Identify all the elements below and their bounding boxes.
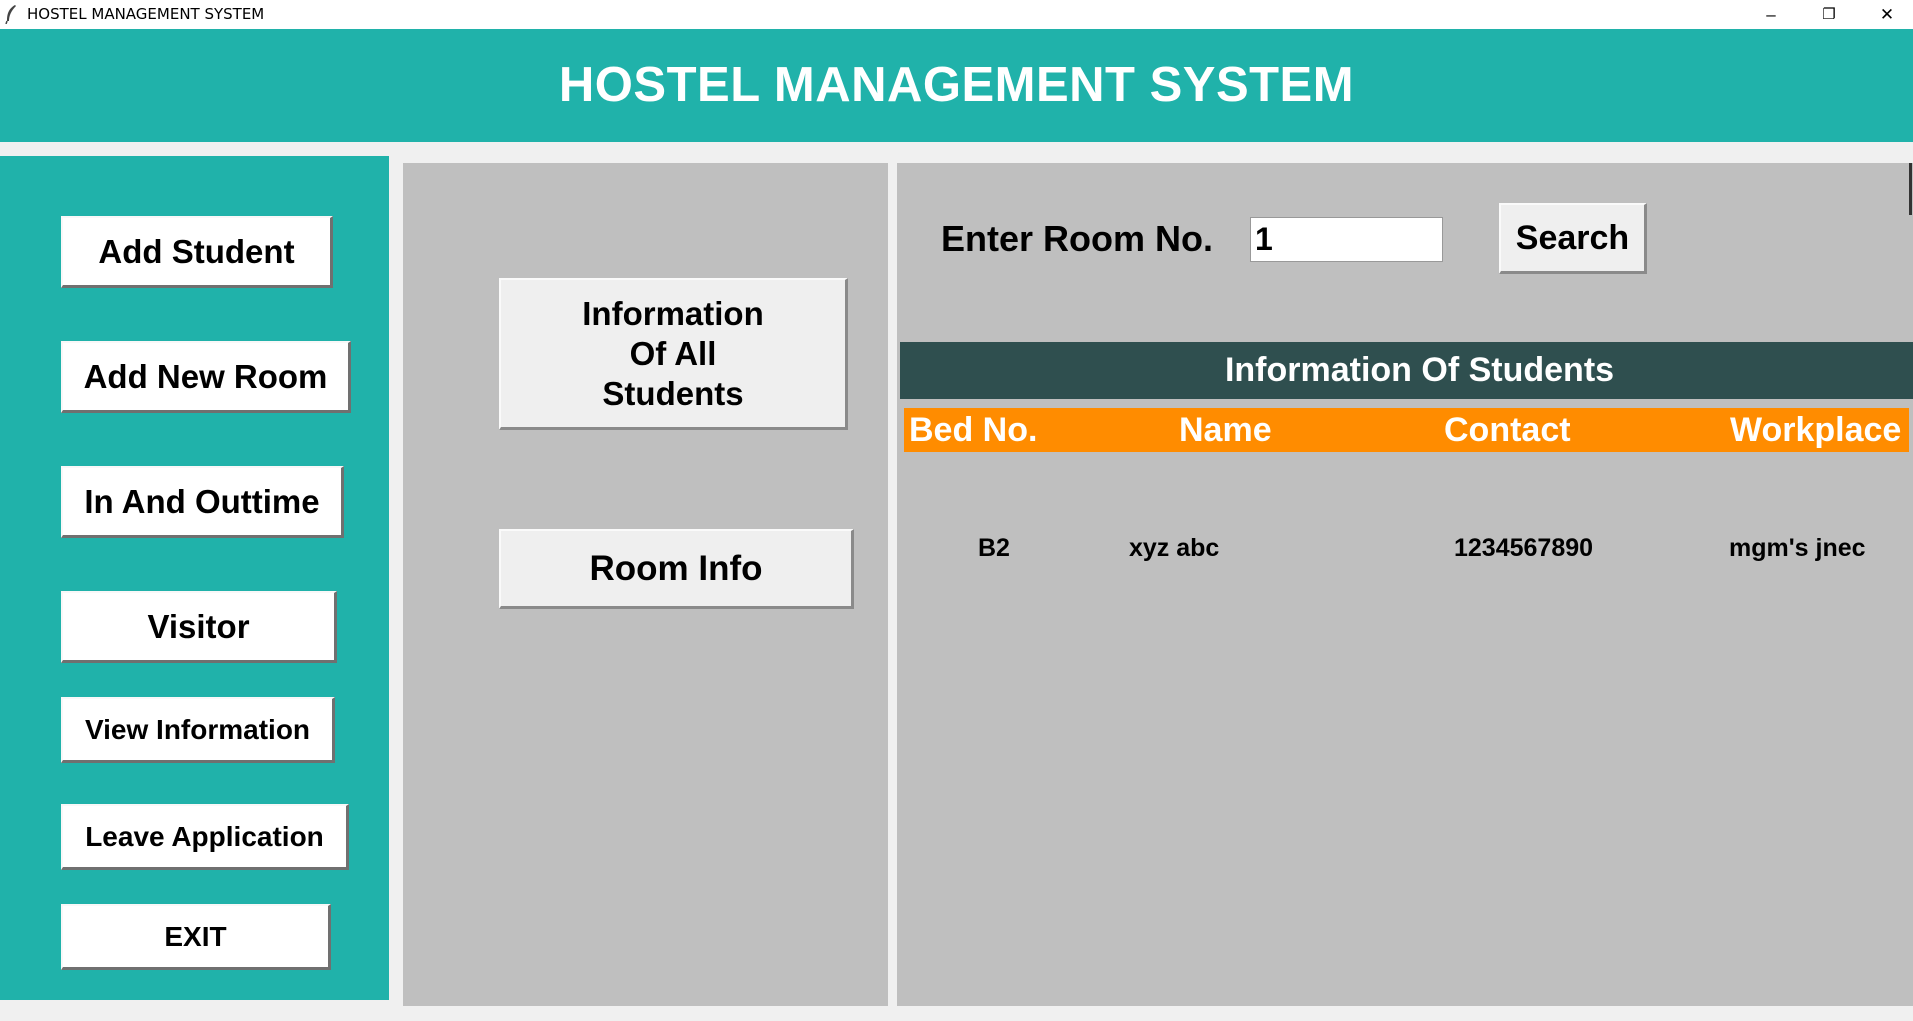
cell-name: xyz abc [1129, 534, 1220, 562]
close-icon[interactable]: ✕ [1858, 0, 1913, 29]
right-panel [897, 163, 1913, 1006]
column-header-name: Name [1179, 411, 1272, 449]
button-line: Of All [629, 334, 717, 372]
column-header-workplace: Workplace [1730, 411, 1902, 449]
room-info-button[interactable]: Room Info [499, 529, 854, 609]
add-student-button[interactable]: Add Student [61, 216, 333, 288]
table-row: B2 xyz abc 1234567890 mgm's jnec [904, 530, 1909, 566]
cell-bed-no: B2 [978, 534, 1010, 562]
button-line: Information [582, 294, 764, 332]
window-titlebar: HOSTEL MANAGEMENT SYSTEM – ❐ ✕ [0, 0, 1913, 29]
table-header-row: Bed No. Name Contact Workplace [904, 408, 1909, 452]
scrollbar-marker [1909, 163, 1912, 215]
cell-contact: 1234567890 [1454, 534, 1594, 562]
visitor-button[interactable]: Visitor [61, 591, 337, 663]
app-banner: HOSTEL MANAGEMENT SYSTEM [0, 29, 1913, 142]
room-number-input[interactable] [1250, 217, 1443, 262]
search-button[interactable]: Search [1499, 203, 1647, 274]
button-line: Students [602, 374, 744, 412]
window-bottom-edge [0, 1006, 1913, 1021]
restore-icon[interactable]: ❐ [1800, 0, 1858, 29]
leave-application-button[interactable]: Leave Application [61, 804, 349, 870]
window-title: HOSTEL MANAGEMENT SYSTEM [27, 5, 265, 23]
minimize-icon[interactable]: – [1742, 0, 1800, 29]
column-header-bed-no: Bed No. [909, 411, 1038, 449]
information-of-all-students-button[interactable]: Information Of All Students [499, 278, 848, 430]
in-and-outtime-button[interactable]: In And Outtime [61, 466, 344, 538]
students-table-title: Information Of Students [900, 342, 1913, 399]
page-title: HOSTEL MANAGEMENT SYSTEM [558, 58, 1355, 112]
exit-button[interactable]: EXIT [61, 904, 331, 970]
view-information-button[interactable]: View Information [61, 697, 335, 763]
feather-icon [4, 4, 20, 25]
room-number-label: Enter Room No. [941, 218, 1214, 259]
add-new-room-button[interactable]: Add New Room [61, 341, 351, 413]
column-header-contact: Contact [1444, 411, 1571, 449]
cell-workplace: mgm's jnec [1729, 534, 1866, 562]
